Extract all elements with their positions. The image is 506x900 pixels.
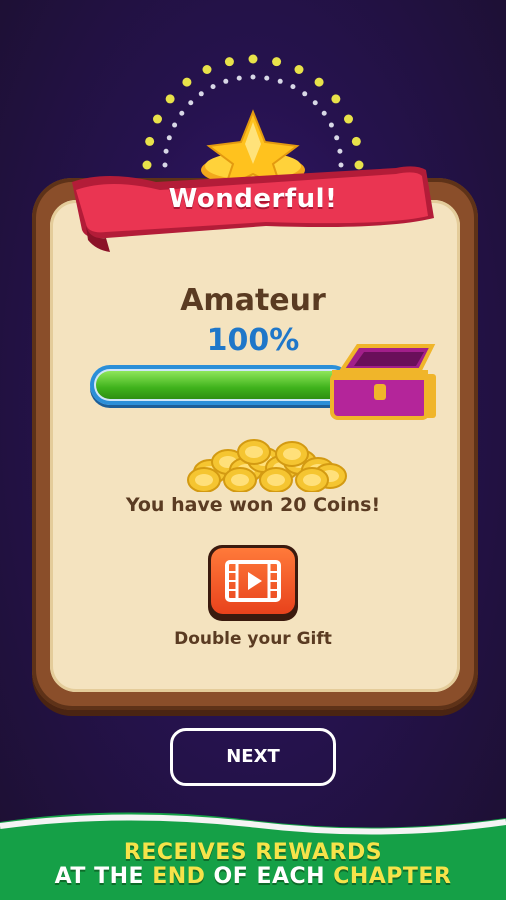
decorative-dot (302, 91, 308, 97)
promo-line2-part1: AT THE (54, 864, 153, 889)
coin-shine (195, 474, 213, 486)
treasure-chest-icon (330, 344, 436, 420)
decorative-dot (145, 136, 155, 146)
ribbon-title: Wonderful! (168, 184, 338, 214)
decorative-dot (328, 122, 334, 128)
decorative-dot (236, 75, 242, 81)
coin-shine (267, 474, 285, 486)
decorative-dot (165, 94, 175, 104)
decorative-dot (179, 110, 185, 116)
video-play-icon (225, 560, 281, 602)
double-gift-label: Double your Gift (174, 629, 332, 649)
decorative-dot (334, 135, 340, 141)
decorative-dot (314, 77, 324, 87)
decorative-dot (250, 74, 256, 80)
watch-video-button-face (211, 548, 295, 614)
decorative-dot (337, 148, 343, 154)
decorative-dot (224, 57, 234, 67)
decorative-dot (210, 84, 216, 90)
decorative-dot (152, 114, 162, 124)
watch-video-button[interactable] (208, 545, 298, 621)
rank-title: Amateur (180, 283, 326, 318)
coin-shine (283, 448, 301, 460)
progress-bar (90, 365, 352, 405)
decorative-dot (198, 91, 204, 97)
progress-bar-fill (96, 371, 346, 399)
decorative-dot (344, 114, 354, 124)
decorative-dot (294, 64, 304, 74)
reward-text: You have won 20 Coins! (125, 494, 381, 516)
decorative-dot (321, 110, 327, 116)
decorative-dot (248, 54, 258, 64)
decorative-dot (277, 78, 283, 84)
decorative-dot (272, 57, 282, 67)
decorative-dot (163, 148, 169, 154)
decorative-dot (172, 122, 178, 128)
decorative-dot (188, 100, 194, 106)
decorative-dot (223, 78, 229, 84)
coin-shine (245, 446, 263, 458)
promo-line2-highlight2: CHAPTER (333, 864, 452, 889)
decorative-dot (351, 136, 361, 146)
coins-icon (187, 439, 347, 492)
next-button[interactable]: NEXT (170, 728, 336, 786)
promo-line2-part2: OF EACH (205, 864, 334, 889)
decorative-dot (166, 135, 172, 141)
coin-shine (231, 474, 249, 486)
decorative-dot (182, 77, 192, 87)
decorative-dot (290, 84, 296, 90)
coin-shine (303, 474, 321, 486)
promo-line2-highlight1: END (152, 864, 206, 889)
promo-banner-line2: AT THE END OF EACH CHAPTER (0, 864, 506, 889)
decorative-dot (331, 94, 341, 104)
decorative-dot (202, 64, 212, 74)
promo-banner-line1: RECEIVES REWARDS (123, 840, 383, 865)
decorative-dot (264, 75, 270, 81)
decorative-dot (312, 100, 318, 106)
